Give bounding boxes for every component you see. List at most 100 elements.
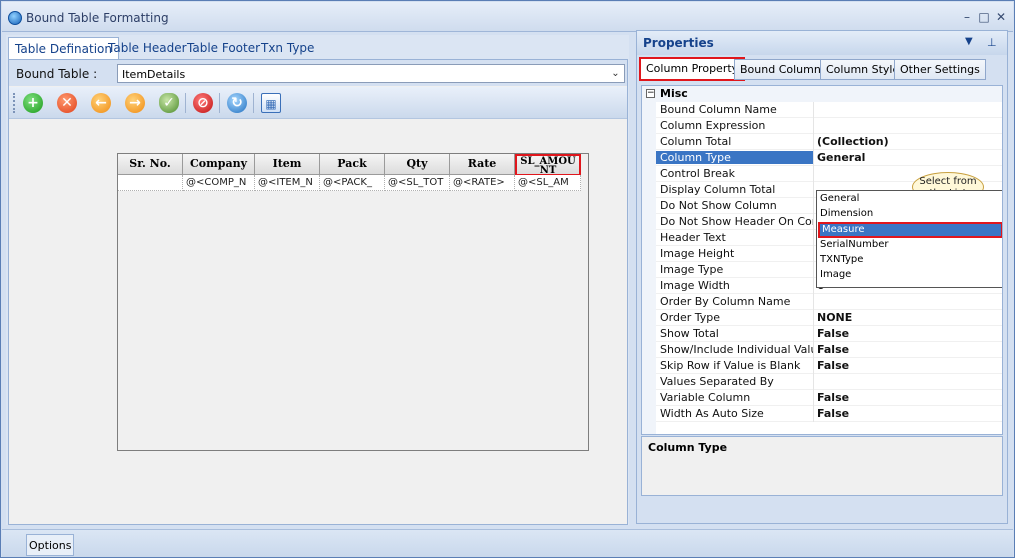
- left-tabs: Table Defination Table Header Table Foot…: [8, 37, 628, 60]
- property-divider[interactable]: [813, 262, 814, 278]
- tab-other-settings[interactable]: Other Settings: [894, 59, 986, 80]
- property-name: Show Total: [660, 327, 719, 340]
- toolbar-grip[interactable]: [13, 93, 16, 113]
- delete-column-button[interactable]: ✕: [55, 91, 79, 115]
- property-value[interactable]: NONE: [817, 311, 852, 324]
- description-title: Column Type: [648, 441, 728, 454]
- tab-table-header[interactable]: Table Header: [102, 37, 193, 59]
- property-divider[interactable]: [813, 246, 814, 262]
- property-name: Order By Column Name: [660, 295, 791, 308]
- dropdown-option-txntype[interactable]: TXNType: [818, 253, 1002, 268]
- property-divider[interactable]: [813, 390, 814, 406]
- validate-button[interactable]: ✓: [157, 91, 181, 115]
- options-button[interactable]: Options: [26, 534, 75, 556]
- delete-icon: ✕: [57, 93, 77, 113]
- layout-button[interactable]: ▦: [259, 91, 283, 115]
- property-divider[interactable]: [813, 342, 814, 358]
- property-divider[interactable]: [813, 182, 814, 198]
- property-value[interactable]: General: [817, 151, 865, 164]
- refresh-button[interactable]: ↻: [225, 91, 249, 115]
- property-row-column-expression[interactable]: Column Expression: [656, 118, 1002, 134]
- properties-tabs: Column Property Bound Columns Column Sty…: [637, 57, 1007, 81]
- properties-header: Properties ▼ ⊥: [637, 31, 1007, 55]
- cell-qty[interactable]: @<SL_TOT: [385, 175, 450, 191]
- property-value[interactable]: False: [817, 391, 849, 404]
- dropdown-option-image[interactable]: Image: [818, 268, 1002, 283]
- dropdown-option-dimension[interactable]: Dimension: [818, 207, 1002, 222]
- move-right-button[interactable]: →: [123, 91, 147, 115]
- property-row-variable-column[interactable]: Variable Column False: [656, 390, 1002, 406]
- property-divider[interactable]: [813, 358, 814, 374]
- tab-table-footer[interactable]: Table Footer: [181, 37, 266, 59]
- property-row-values-separated-by[interactable]: Values Separated By: [656, 374, 1002, 390]
- cancel-button[interactable]: ⊘: [191, 91, 215, 115]
- property-row-column-total[interactable]: Column Total (Collection): [656, 134, 1002, 150]
- bound-table-select[interactable]: ItemDetails ⌄: [117, 64, 625, 83]
- column-header-company[interactable]: Company: [183, 154, 255, 175]
- column-header-sr-no[interactable]: Sr. No.: [118, 154, 183, 175]
- property-row-column-type[interactable]: Column Type General: [656, 150, 1002, 166]
- cell-company[interactable]: @<COMP_N: [183, 175, 255, 191]
- property-divider[interactable]: [813, 326, 814, 342]
- tab-column-style[interactable]: Column Style: [820, 59, 906, 80]
- column-header-rate[interactable]: Rate: [450, 154, 515, 175]
- property-value[interactable]: False: [817, 407, 849, 420]
- property-value[interactable]: False: [817, 343, 849, 356]
- move-left-button[interactable]: ←: [89, 91, 113, 115]
- dropdown-option-serialnumber[interactable]: SerialNumber: [818, 238, 1002, 253]
- property-row-show-include-individual-values[interactable]: Show/Include Individual Values False: [656, 342, 1002, 358]
- property-divider[interactable]: [813, 102, 814, 118]
- property-divider[interactable]: [813, 294, 814, 310]
- property-divider[interactable]: [813, 166, 814, 182]
- property-row-order-type[interactable]: Order Type NONE: [656, 310, 1002, 326]
- chevron-down-icon[interactable]: ⌄: [609, 67, 622, 80]
- tab-txn-type[interactable]: Txn Type: [255, 37, 320, 59]
- property-name: Image Type: [660, 263, 724, 276]
- category-misc[interactable]: − Misc: [642, 86, 1002, 102]
- property-row-skip-row-if-value-is-blank[interactable]: Skip Row if Value is Blank False: [656, 358, 1002, 374]
- property-row-order-by-column-name[interactable]: Order By Column Name: [656, 294, 1002, 310]
- tab-column-property[interactable]: Column Property: [639, 57, 746, 81]
- chevron-down-icon[interactable]: ▼: [965, 36, 973, 47]
- property-row-width-as-auto-size[interactable]: Width As Auto Size False: [656, 406, 1002, 422]
- dropdown-option-general[interactable]: General: [818, 192, 1002, 207]
- cell-sl-amount[interactable]: @<SL_AM: [515, 175, 581, 191]
- column-header-item[interactable]: Item: [255, 154, 320, 175]
- column-header-sl-amount[interactable]: SL_AMOUNT: [515, 154, 581, 176]
- column-header-pack[interactable]: Pack: [320, 154, 385, 175]
- cell-sr-no[interactable]: [118, 175, 183, 191]
- toolbar-separator: [253, 93, 254, 113]
- cell-pack[interactable]: @<PACK_: [320, 175, 385, 191]
- dropdown-option-measure[interactable]: Measure: [818, 222, 1002, 238]
- minimize-button[interactable]: –: [960, 10, 974, 24]
- collapse-icon[interactable]: −: [646, 89, 655, 98]
- property-divider[interactable]: [813, 310, 814, 326]
- property-divider[interactable]: [813, 150, 814, 166]
- property-name: Bound Column Name: [660, 103, 777, 116]
- property-divider[interactable]: [813, 230, 814, 246]
- property-name: Column Total: [660, 135, 732, 148]
- shield-check-icon: ✓: [159, 93, 179, 113]
- column-header-qty[interactable]: Qty: [385, 154, 450, 175]
- property-value[interactable]: False: [817, 327, 849, 340]
- property-row-show-total[interactable]: Show Total False: [656, 326, 1002, 342]
- property-divider[interactable]: [813, 374, 814, 390]
- property-divider[interactable]: [813, 278, 814, 294]
- cell-rate[interactable]: @<RATE>: [450, 175, 515, 191]
- property-value[interactable]: False: [817, 359, 849, 372]
- property-name: Control Break: [660, 167, 735, 180]
- close-button[interactable]: ✕: [994, 10, 1008, 24]
- maximize-button[interactable]: □: [977, 10, 991, 24]
- property-divider[interactable]: [813, 214, 814, 230]
- tab-bound-columns[interactable]: Bound Columns: [734, 59, 833, 80]
- pin-icon[interactable]: ⊥: [987, 36, 997, 49]
- property-divider[interactable]: [813, 406, 814, 422]
- cell-item[interactable]: @<ITEM_N: [255, 175, 320, 191]
- property-divider[interactable]: [813, 134, 814, 150]
- add-column-button[interactable]: +: [21, 91, 45, 115]
- property-divider[interactable]: [813, 198, 814, 214]
- property-row-bound-column-name[interactable]: Bound Column Name: [656, 102, 1002, 118]
- property-divider[interactable]: [813, 118, 814, 134]
- property-name: Width As Auto Size: [660, 407, 764, 420]
- property-value[interactable]: (Collection): [817, 135, 889, 148]
